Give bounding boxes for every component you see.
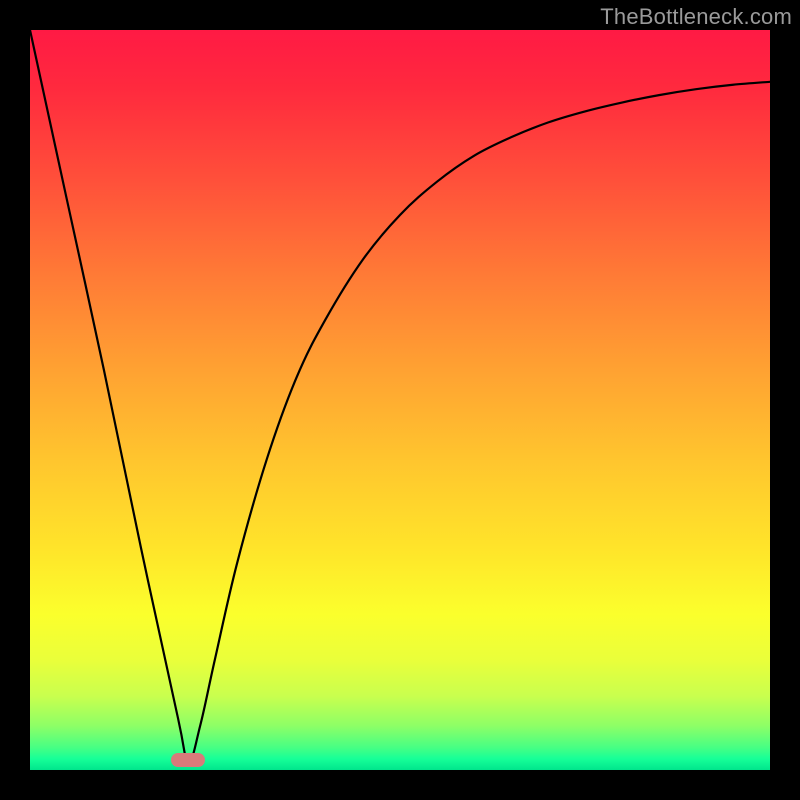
- chart-frame: TheBottleneck.com: [0, 0, 800, 800]
- plot-area: [30, 30, 770, 770]
- bottleneck-curve: [30, 30, 770, 763]
- watermark-text: TheBottleneck.com: [600, 4, 792, 30]
- curve-svg: [30, 30, 770, 770]
- trough-marker: [171, 753, 205, 767]
